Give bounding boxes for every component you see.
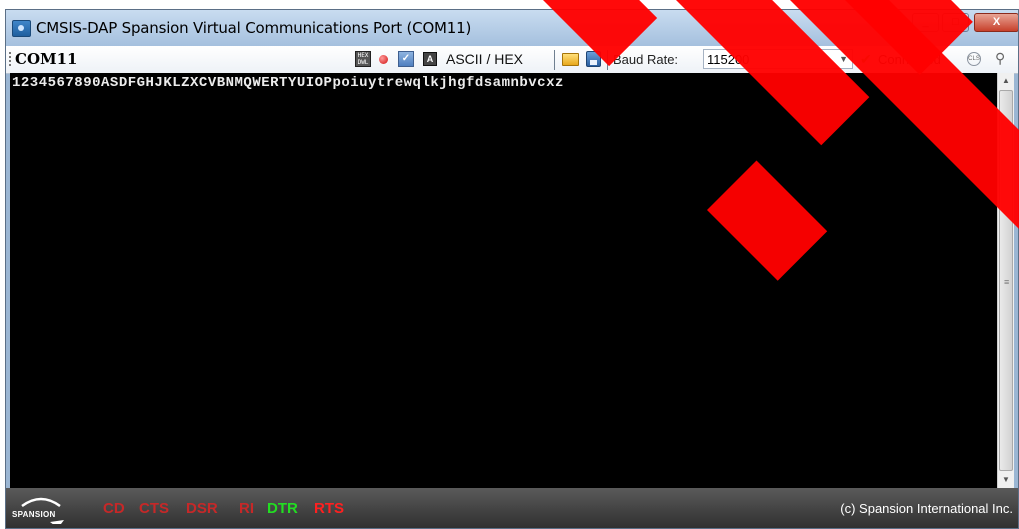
folder-open-icon[interactable]	[562, 53, 579, 66]
scroll-down-icon[interactable]: ▼	[998, 472, 1014, 488]
scroll-grip-icon: ≡	[1004, 277, 1010, 287]
baud-rate-value: 115200	[707, 52, 750, 67]
port-label: COM11	[15, 50, 78, 68]
signal-rts: RTS	[314, 500, 344, 517]
plug-icon[interactable]: ⚲	[995, 50, 1005, 67]
toolbar-grip[interactable]	[9, 52, 11, 67]
copyright-text: (c) Spansion International Inc.	[840, 501, 1013, 516]
toolbar-separator	[554, 50, 555, 70]
window-title: CMSIS-DAP Spansion Virtual Communication…	[36, 19, 472, 37]
maximize-button[interactable]: □	[942, 13, 969, 32]
baud-rate-label: Baud Rate:	[613, 52, 679, 67]
app-port-icon[interactable]	[12, 20, 31, 37]
close-button[interactable]: X	[974, 13, 1018, 32]
title-bar: CMSIS-DAP Spansion Virtual Communication…	[6, 10, 1018, 46]
signal-ri: RI	[239, 500, 254, 517]
baud-rate-select[interactable]: 115200 ▼	[703, 49, 853, 69]
vertical-scrollbar[interactable]: ▲ ≡ ▼	[997, 73, 1014, 488]
terminal-output[interactable]: 1234567890ASDFGHJKLZXCVBNMQWERTYUIOPpoiu…	[10, 73, 997, 488]
spansion-logo-icon	[21, 497, 64, 524]
record-icon[interactable]	[379, 55, 388, 64]
status-bar: SPANSION CD CTS DSR RI DTR RTS (c) Spans…	[6, 488, 1018, 528]
scroll-thumb[interactable]: ≡	[999, 90, 1013, 471]
hex-download-icon[interactable]: HEX DWL	[355, 51, 371, 67]
signal-cts: CTS	[139, 500, 169, 517]
scroll-up-icon[interactable]: ▲	[998, 73, 1014, 89]
connected-check-icon: ✔	[860, 51, 872, 67]
brand-name: SPANSION	[12, 510, 56, 519]
spell-icon[interactable]: ✓	[398, 51, 414, 67]
terminal-text: 1234567890ASDFGHJKLZXCVBNMQWERTYUIOPpoiu…	[12, 75, 564, 91]
clear-screen-icon[interactable]: CLS	[967, 52, 981, 66]
chevron-down-icon[interactable]: ▼	[839, 54, 848, 64]
save-icon[interactable]	[586, 51, 601, 67]
signal-dsr: DSR	[186, 500, 218, 517]
minimize-button[interactable]: _	[912, 13, 939, 32]
ascii-hex-toggle[interactable]: ASCII / HEX	[446, 51, 523, 67]
toolbar: COM11 HEX DWL ✓ A ASCII / HEX Baud Rate:…	[6, 46, 1018, 74]
text-a-icon[interactable]: A	[423, 52, 437, 66]
connection-status[interactable]: Connected	[878, 52, 941, 67]
app-window: CMSIS-DAP Spansion Virtual Communication…	[5, 9, 1019, 529]
signal-cd: CD	[103, 500, 125, 517]
toolbar-separator	[607, 50, 608, 70]
signal-dtr: DTR	[267, 500, 298, 517]
